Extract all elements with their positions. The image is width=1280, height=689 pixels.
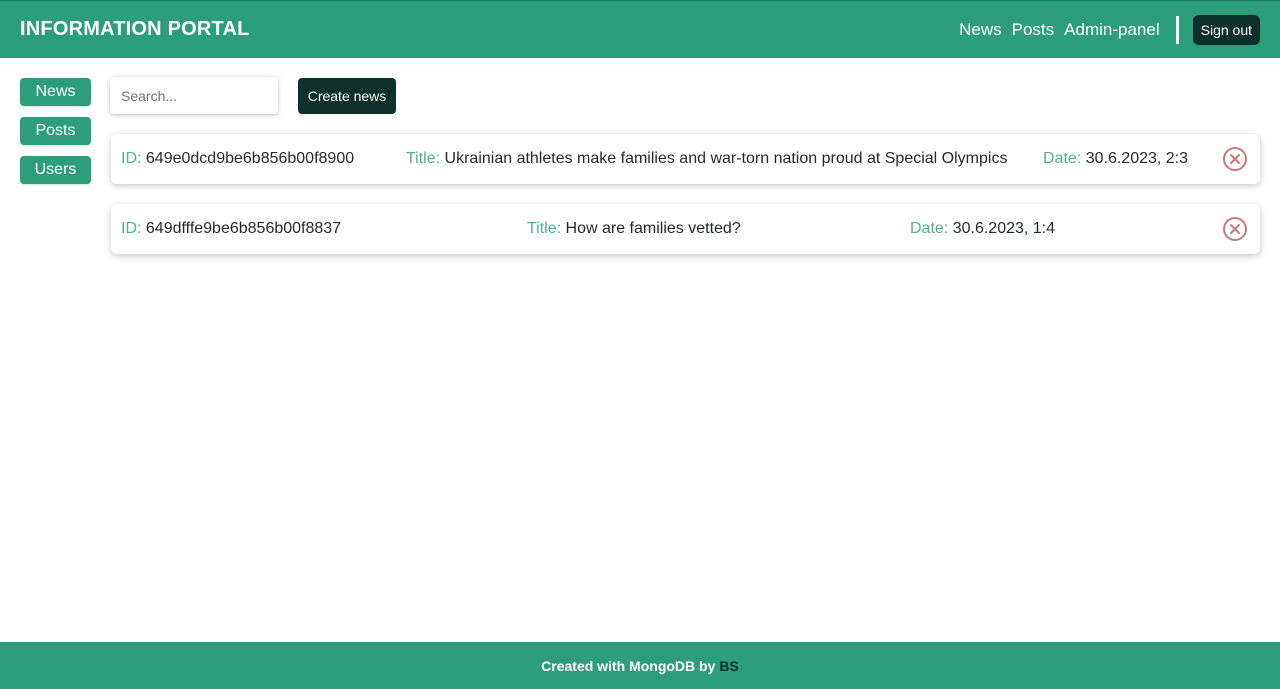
date-value: 30.6.2023, 1:4 xyxy=(952,220,1056,237)
title-label: Title: xyxy=(406,150,441,167)
news-id: ID: 649e0dcd9be6b856b00f8900 xyxy=(121,149,354,169)
date-label: Date: xyxy=(1043,150,1082,167)
search-input[interactable] xyxy=(110,77,278,114)
footer-author-link[interactable]: BS xyxy=(719,658,738,674)
title-label: Title: xyxy=(527,220,562,237)
delete-icon[interactable] xyxy=(1222,146,1248,172)
footer-text: Created with MongoDB by xyxy=(541,657,716,674)
create-news-button[interactable]: Create news xyxy=(298,78,396,114)
news-title: Title: How are families vetted? xyxy=(527,219,741,239)
news-list-item: ID: 649dfffe9be6b856b00f8837 Title: How … xyxy=(111,204,1260,254)
title-value: Ukrainian athletes make families and war… xyxy=(444,150,1008,167)
brand-title[interactable]: INFORMATION PORTAL xyxy=(20,18,250,41)
id-label: ID: xyxy=(121,220,142,237)
sidebar-item-news[interactable]: News xyxy=(20,78,91,106)
nav-news-link[interactable]: News xyxy=(959,20,1002,40)
sign-out-button[interactable]: Sign out xyxy=(1192,14,1260,45)
date-label: Date: xyxy=(910,220,949,237)
main-nav: News Posts Admin-panel Sign out xyxy=(959,14,1260,45)
id-value: 649e0dcd9be6b856b00f8900 xyxy=(145,150,355,167)
news-date: Date: 30.6.2023, 1:4 xyxy=(910,219,1055,239)
id-value: 649dfffe9be6b856b00f8837 xyxy=(145,220,342,237)
date-value: 30.6.2023, 2:3 xyxy=(1085,150,1189,167)
admin-sidebar: News Posts Users xyxy=(20,78,91,195)
news-date: Date: 30.6.2023, 2:3 xyxy=(1043,149,1188,169)
page-footer: Created with MongoDB by BS xyxy=(0,642,1280,689)
news-id: ID: 649dfffe9be6b856b00f8837 xyxy=(121,219,341,239)
nav-posts-link[interactable]: Posts xyxy=(1012,20,1055,40)
top-navbar: INFORMATION PORTAL News Posts Admin-pane… xyxy=(0,0,1280,58)
title-value: How are families vetted? xyxy=(565,220,741,237)
nav-admin-panel-link[interactable]: Admin-panel xyxy=(1064,20,1159,40)
sidebar-item-users[interactable]: Users xyxy=(20,156,91,184)
news-title: Title: Ukrainian athletes make families … xyxy=(406,149,1007,169)
sidebar-item-posts[interactable]: Posts xyxy=(20,117,91,145)
nav-divider xyxy=(1175,15,1179,44)
news-list-item: ID: 649e0dcd9be6b856b00f8900 Title: Ukra… xyxy=(111,134,1260,184)
delete-icon[interactable] xyxy=(1222,216,1248,242)
id-label: ID: xyxy=(121,150,142,167)
